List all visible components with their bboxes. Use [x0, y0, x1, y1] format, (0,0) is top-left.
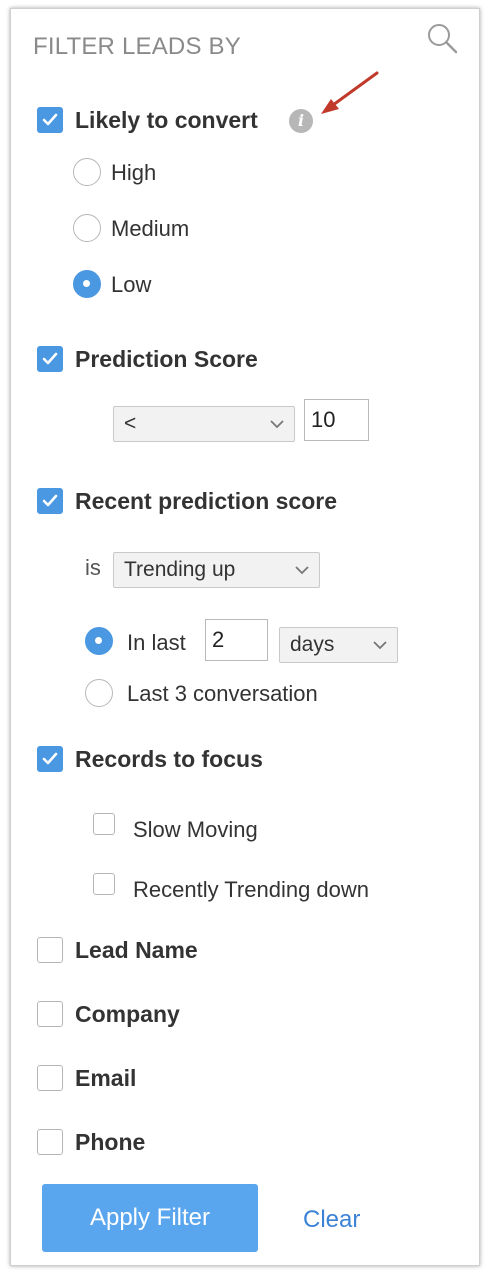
last-conversation-label: Last 3 conversation	[127, 681, 318, 706]
clear-link[interactable]: Clear	[303, 1206, 360, 1234]
lead-name-label: Lead Name	[75, 937, 198, 963]
low-radio[interactable]	[73, 270, 101, 298]
slow-moving-label: Slow Moving	[133, 817, 258, 842]
recently-trending-down-checkbox[interactable]	[93, 873, 115, 895]
high-radio[interactable]	[73, 158, 101, 186]
annotation-arrow-icon	[311, 67, 391, 127]
last-conversation-radio[interactable]	[85, 679, 113, 707]
slow-moving-checkbox[interactable]	[93, 813, 115, 835]
prediction-score-label: Prediction Score	[75, 346, 258, 372]
apply-filter-button[interactable]: Apply Filter	[42, 1184, 258, 1252]
email-checkbox[interactable]	[37, 1065, 63, 1091]
phone-label: Phone	[75, 1129, 146, 1155]
period-unit-value: days	[290, 633, 335, 656]
lead-name-checkbox[interactable]	[37, 937, 63, 963]
records-to-focus-label: Records to focus	[75, 746, 263, 772]
recently-trending-down-label: Recently Trending down	[133, 877, 370, 902]
filter-panel: FILTER LEADS BY Likely to convert i High…	[10, 8, 480, 1266]
low-label: Low	[111, 272, 152, 297]
high-label: High	[111, 160, 157, 185]
medium-radio[interactable]	[73, 214, 101, 242]
company-label: Company	[75, 1001, 180, 1027]
in-last-value-input[interactable]	[205, 619, 268, 661]
info-icon[interactable]: i	[289, 109, 313, 133]
is-label: is	[85, 555, 101, 580]
trend-value: Trending up	[124, 558, 236, 581]
recent-prediction-score-label: Recent prediction score	[75, 488, 338, 514]
company-checkbox[interactable]	[37, 1001, 63, 1027]
period-unit-select[interactable]: days	[279, 627, 398, 663]
trend-select[interactable]: Trending up	[113, 552, 320, 588]
chevron-down-icon	[295, 566, 309, 575]
recent-prediction-score-checkbox[interactable]	[37, 488, 63, 514]
prediction-score-checkbox[interactable]	[37, 346, 63, 372]
operator-select[interactable]: <	[113, 406, 295, 442]
operator-value: <	[124, 412, 137, 435]
panel-title: FILTER LEADS BY	[33, 33, 241, 60]
chevron-down-icon	[270, 420, 284, 429]
search-icon[interactable]	[425, 21, 461, 57]
medium-label: Medium	[111, 216, 190, 241]
in-last-radio[interactable]	[85, 627, 113, 655]
records-to-focus-checkbox[interactable]	[37, 746, 63, 772]
in-last-label: In last	[127, 630, 186, 655]
likely-to-convert-label: Likely to convert	[75, 107, 258, 133]
phone-checkbox[interactable]	[37, 1129, 63, 1155]
email-label: Email	[75, 1065, 137, 1091]
score-value-input[interactable]	[304, 399, 369, 441]
likely-to-convert-checkbox[interactable]	[37, 107, 63, 133]
chevron-down-icon	[373, 641, 387, 650]
